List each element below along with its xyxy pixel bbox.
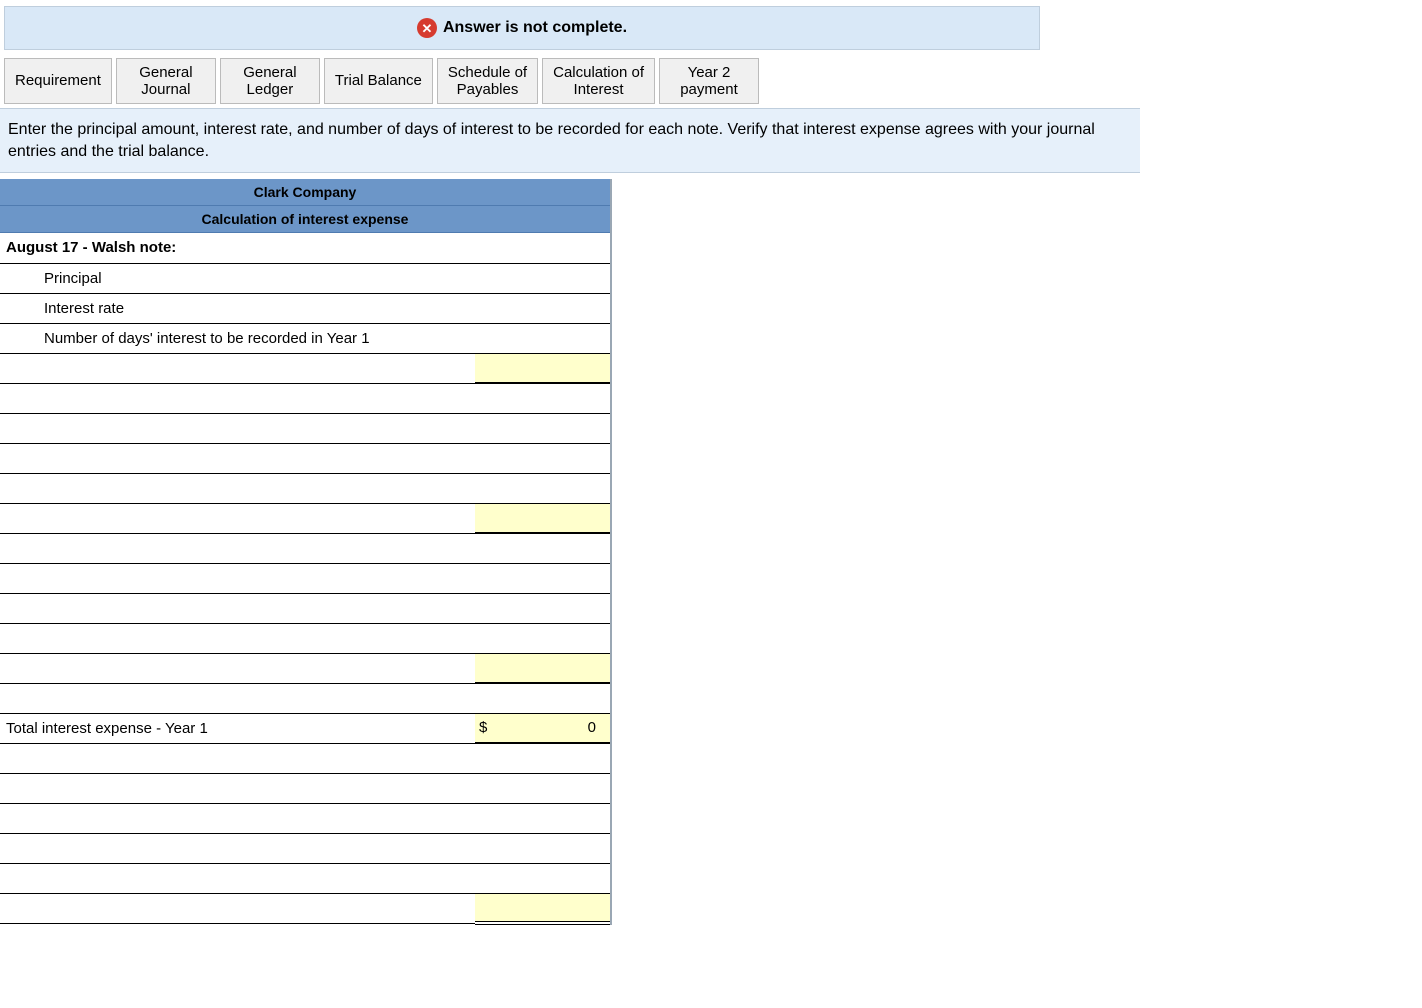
row-label[interactable]: Total interest expense - Year 1 <box>0 713 475 743</box>
table-row <box>0 833 610 863</box>
table-row: Interest rate <box>0 293 610 323</box>
sheet-title: Calculation of interest expense <box>0 206 610 233</box>
row-value-cell[interactable] <box>475 473 610 503</box>
row-value-cell[interactable] <box>475 683 610 713</box>
row-label <box>0 383 475 413</box>
row-value-cell[interactable] <box>475 443 610 473</box>
table-row: Principal <box>0 263 610 293</box>
tab-requirement[interactable]: Requirement <box>4 58 112 104</box>
table-row <box>0 653 610 683</box>
table-row: Total interest expense - Year 1$0 <box>0 713 610 743</box>
row-value-cell[interactable]: $0 <box>475 713 610 743</box>
tab-year2-payment[interactable]: Year 2 payment <box>659 58 759 104</box>
table-row <box>0 413 610 443</box>
table-row <box>0 593 610 623</box>
row-label <box>0 443 475 473</box>
row-label <box>0 743 475 773</box>
row-label <box>0 413 475 443</box>
row-value-cell[interactable] <box>475 533 610 563</box>
table-row <box>0 773 610 803</box>
tab-general-ledger[interactable]: General Ledger <box>220 58 320 104</box>
table-row <box>0 893 610 923</box>
row-label <box>0 773 475 803</box>
table-row <box>0 383 610 413</box>
tab-calculation-of-interest[interactable]: Calculation of Interest <box>542 58 655 104</box>
table-row: Number of days' interest to be recorded … <box>0 323 610 353</box>
table-row <box>0 443 610 473</box>
row-label <box>0 653 475 683</box>
table-row: August 17 - Walsh note: <box>0 233 610 263</box>
row-label[interactable]: Principal <box>0 263 475 293</box>
row-label <box>0 683 475 713</box>
row-value: 0 <box>588 719 596 736</box>
table-row <box>0 683 610 713</box>
row-value-cell[interactable] <box>475 263 610 293</box>
currency-symbol: $ <box>479 719 487 736</box>
table-row <box>0 503 610 533</box>
row-value-cell[interactable] <box>475 323 610 353</box>
row-value-cell[interactable] <box>475 383 610 413</box>
tab-general-journal[interactable]: General Journal <box>116 58 216 104</box>
row-label <box>0 473 475 503</box>
row-label <box>0 893 475 923</box>
row-label <box>0 863 475 893</box>
tab-row: Requirement General Journal General Ledg… <box>0 58 1040 104</box>
table-row <box>0 803 610 833</box>
table-row <box>0 353 610 383</box>
row-label <box>0 503 475 533</box>
row-value-cell[interactable] <box>475 833 610 863</box>
instruction-text: Enter the principal amount, interest rat… <box>0 108 1140 173</box>
table-row <box>0 623 610 653</box>
row-value-cell[interactable] <box>475 653 610 683</box>
row-label <box>0 833 475 863</box>
table-row <box>0 563 610 593</box>
row-label[interactable]: August 17 - Walsh note: <box>0 233 475 263</box>
row-label[interactable]: Interest rate <box>0 293 475 323</box>
row-value-cell[interactable] <box>475 353 610 383</box>
row-value-cell[interactable] <box>475 803 610 833</box>
row-label <box>0 803 475 833</box>
row-value-cell[interactable] <box>475 233 610 263</box>
worksheet: Clark Company Calculation of interest ex… <box>0 179 612 925</box>
sheet-company: Clark Company <box>0 179 610 206</box>
row-value-cell[interactable] <box>475 503 610 533</box>
tab-schedule-of-payables[interactable]: Schedule of Payables <box>437 58 538 104</box>
row-label <box>0 593 475 623</box>
row-label[interactable]: Number of days' interest to be recorded … <box>0 323 475 353</box>
row-value-cell[interactable] <box>475 413 610 443</box>
row-value-cell[interactable] <box>475 863 610 893</box>
table-row <box>0 473 610 503</box>
table-row <box>0 533 610 563</box>
table-row <box>0 743 610 773</box>
row-label <box>0 563 475 593</box>
row-label <box>0 353 475 383</box>
row-value-cell[interactable] <box>475 293 610 323</box>
x-circle-icon: ✕ <box>417 18 437 38</box>
row-value-cell[interactable] <box>475 623 610 653</box>
status-bar: ✕ Answer is not complete. <box>4 6 1040 50</box>
row-label <box>0 623 475 653</box>
table-row <box>0 863 610 893</box>
row-value-cell[interactable] <box>475 773 610 803</box>
row-value-cell[interactable] <box>475 563 610 593</box>
row-label <box>0 533 475 563</box>
row-value-cell[interactable] <box>475 893 610 923</box>
row-value-cell[interactable] <box>475 743 610 773</box>
tab-trial-balance[interactable]: Trial Balance <box>324 58 433 104</box>
row-value-cell[interactable] <box>475 593 610 623</box>
status-text: Answer is not complete. <box>443 19 627 37</box>
